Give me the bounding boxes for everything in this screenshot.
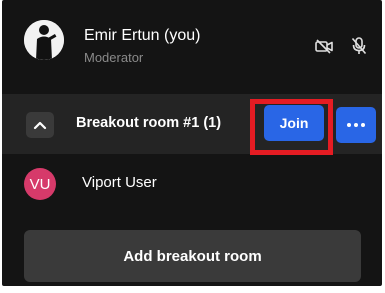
participants-panel: Emir Ertun (you) Moderator Breakout room… [0,0,385,293]
member-avatar: VU [24,168,56,200]
avatar-photo-icon [24,20,64,60]
participant-name: Emir Ertun (you) [84,27,201,44]
more-dots-icon [347,123,365,127]
camera-off-icon[interactable] [312,34,336,58]
add-breakout-room-button[interactable]: Add breakout room [24,230,361,282]
mic-off-icon[interactable] [347,34,371,58]
collapse-room-button[interactable] [26,112,54,138]
chevron-up-icon [33,121,47,130]
participant-row: Emir Ertun (you) Moderator [2,12,382,72]
room-more-button[interactable] [336,107,376,143]
breakout-room-header: Breakout room #1 (1) Join [2,94,382,154]
participant-role: Moderator [84,50,144,65]
join-room-button[interactable]: Join [264,105,324,141]
member-name: Viport User [82,174,157,191]
breakout-room-title: Breakout room #1 (1) [76,115,222,131]
participant-avatar [24,20,64,60]
